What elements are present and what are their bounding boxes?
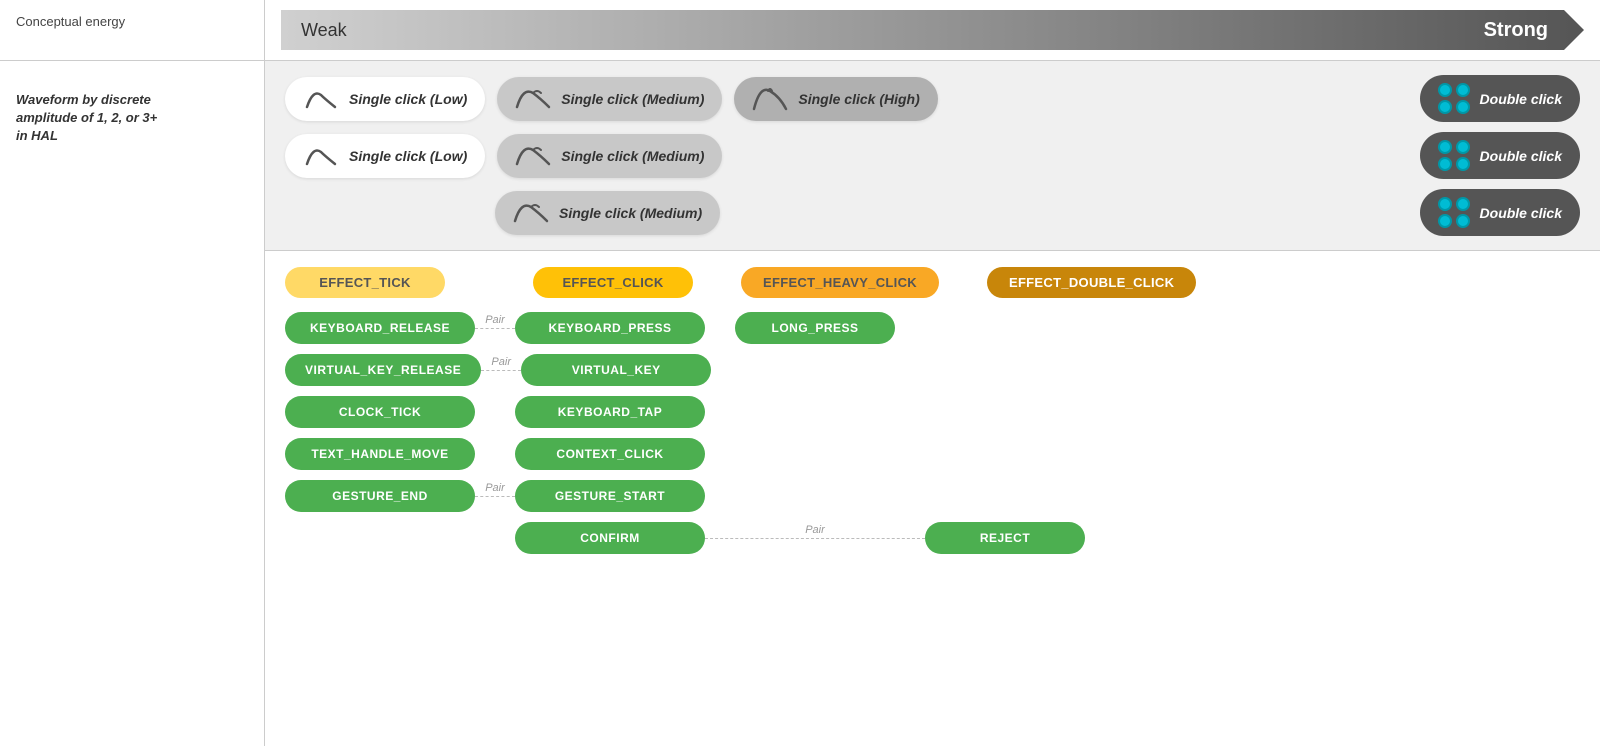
waveform-row-3: Single click (Medium) Double <box>285 189 1580 236</box>
effect-double-click-label: EFFECT_DOUBLE_CLICK <box>987 267 1196 298</box>
waveform-label: Waveform by discreteamplitude of 1, 2, o… <box>16 91 157 146</box>
wave-medium-icon-r3 <box>513 199 549 227</box>
gesture-start-btn[interactable]: GESTURE_START <box>515 480 705 512</box>
waveform-section: Single click (Low) Single click (Medium)… <box>265 61 1600 251</box>
context-click-btn[interactable]: CONTEXT_CLICK <box>515 438 705 470</box>
confirm-btn[interactable]: CONFIRM <box>515 522 705 554</box>
wave-high-icon-r1 <box>752 85 788 113</box>
double-click-dark-pill-r2[interactable]: Double click <box>1420 132 1580 179</box>
wave-low-icon <box>303 85 339 113</box>
wave-medium-icon-r2 <box>515 142 551 170</box>
text-handle-move-btn[interactable]: TEXT_HANDLE_MOVE <box>285 438 475 470</box>
clock-tick-btn[interactable]: CLOCK_TICK <box>285 396 475 428</box>
gesture-end-btn[interactable]: GESTURE_END <box>285 480 475 512</box>
single-click-medium-label-r1: Single click (Medium) <box>561 91 704 107</box>
double-click-dark-pill-r1[interactable]: Double click <box>1420 75 1580 122</box>
reject-btn[interactable]: REJECT <box>925 522 1085 554</box>
pair-label-gesture: Pair <box>485 482 505 494</box>
keyboard-press-btn[interactable]: KEYBOARD_PRESS <box>515 312 705 344</box>
single-click-low-label-r1: Single click (Low) <box>349 91 467 107</box>
pair-label-keyboard: Pair <box>485 314 505 326</box>
single-click-high-pill-r1[interactable]: Single click (High) <box>734 77 937 121</box>
double-click-label-r2: Double click <box>1480 148 1562 164</box>
energy-bar-container: Weak Strong <box>281 10 1584 50</box>
effect-click-label: EFFECT_CLICK <box>533 267 693 298</box>
keyboard-release-btn[interactable]: KEYBOARD_RELEASE <box>285 312 475 344</box>
conceptual-energy-label: Conceptual energy <box>0 0 265 61</box>
single-click-high-label-r1: Single click (High) <box>798 91 919 107</box>
effect-tick-label: EFFECT_TICK <box>285 267 445 298</box>
wave-medium-icon-r1 <box>515 85 551 113</box>
waveform-row-2: Single click (Low) Single click (Medium) <box>285 132 1580 179</box>
pair-label-confirm: Pair <box>805 524 825 536</box>
haptic-section: EFFECT_TICK EFFECT_CLICK EFFECT_HEAVY_CL… <box>265 251 1600 570</box>
single-click-medium-pill-r3[interactable]: Single click (Medium) <box>495 191 720 235</box>
wave-low-icon-r2 <box>303 142 339 170</box>
keyboard-tap-btn[interactable]: KEYBOARD_TAP <box>515 396 705 428</box>
double-click-dark-pill-r3[interactable]: Double click <box>1420 189 1580 236</box>
haptic-row-confirm: CONFIRM Pair REJECT <box>515 522 1580 554</box>
haptic-row-keyboard: KEYBOARD_RELEASE Pair KEYBOARD_PRESS LON… <box>285 312 1580 344</box>
haptic-row-text-handle: TEXT_HANDLE_MOVE CONTEXT_CLICK <box>285 438 1580 470</box>
single-click-low-label-r2: Single click (Low) <box>349 148 467 164</box>
energy-bar-cell: Weak Strong <box>265 0 1600 61</box>
long-press-btn[interactable]: LONG_PRESS <box>735 312 895 344</box>
double-dot-icon-r3 <box>1438 197 1470 228</box>
haptic-row-virtual-key: VIRTUAL_KEY_RELEASE Pair VIRTUAL_KEY <box>285 354 1580 386</box>
single-click-medium-label-r2: Single click (Medium) <box>561 148 704 164</box>
haptic-row-clock: CLOCK_TICK KEYBOARD_TAP <box>285 396 1580 428</box>
double-click-label-r1: Double click <box>1480 91 1562 107</box>
energy-weak-label: Weak <box>301 20 347 41</box>
waveform-label-cell: Waveform by discreteamplitude of 1, 2, o… <box>0 61 265 746</box>
double-click-label-r3: Double click <box>1480 205 1562 221</box>
virtual-key-release-btn[interactable]: VIRTUAL_KEY_RELEASE <box>285 354 481 386</box>
haptic-rows: KEYBOARD_RELEASE Pair KEYBOARD_PRESS LON… <box>285 312 1580 554</box>
single-click-medium-pill-r1[interactable]: Single click (Medium) <box>497 77 722 121</box>
double-dot-icon-r2 <box>1438 140 1470 171</box>
effect-heavy-click-label: EFFECT_HEAVY_CLICK <box>741 267 939 298</box>
virtual-key-btn[interactable]: VIRTUAL_KEY <box>521 354 711 386</box>
single-click-medium-pill-r2[interactable]: Single click (Medium) <box>497 134 722 178</box>
single-click-low-pill-r2[interactable]: Single click (Low) <box>285 134 485 178</box>
energy-strong-label: Strong <box>1484 19 1548 42</box>
waveform-row-1: Single click (Low) Single click (Medium)… <box>285 75 1580 122</box>
effect-labels-row: EFFECT_TICK EFFECT_CLICK EFFECT_HEAVY_CL… <box>285 267 1580 298</box>
haptic-row-gesture: GESTURE_END Pair GESTURE_START <box>285 480 1580 512</box>
main-content: Single click (Low) Single click (Medium)… <box>265 61 1600 746</box>
pair-label-virtual-key: Pair <box>491 356 511 368</box>
single-click-low-pill-r1[interactable]: Single click (Low) <box>285 77 485 121</box>
conceptual-energy-text: Conceptual energy <box>16 14 125 29</box>
haptic-content: EFFECT_TICK EFFECT_CLICK EFFECT_HEAVY_CL… <box>285 267 1580 554</box>
energy-bar: Weak Strong <box>281 10 1584 50</box>
single-click-medium-label-r3: Single click (Medium) <box>559 205 702 221</box>
double-dot-icon-r1 <box>1438 83 1470 114</box>
